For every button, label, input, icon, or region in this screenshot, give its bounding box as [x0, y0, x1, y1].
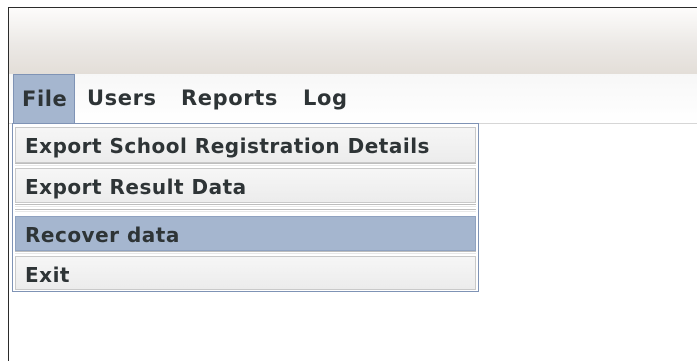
menu-item-recover-data[interactable]: Recover data: [15, 216, 476, 251]
menu-file[interactable]: File: [13, 74, 75, 123]
menu-separator: [15, 204, 476, 207]
menu-item-export-result-data[interactable]: Export Result Data: [15, 168, 476, 203]
menu-bar: File Users Reports Log: [9, 74, 697, 124]
app-window: File Users Reports Log Export School Reg…: [8, 7, 697, 361]
menu-separator: [15, 163, 476, 166]
menu-separator: [15, 209, 476, 212]
menu-reports[interactable]: Reports: [173, 74, 286, 123]
menu-log[interactable]: Log: [295, 74, 356, 123]
menu-separator: [15, 251, 476, 254]
file-dropdown-menu: Export School Registration Details Expor…: [12, 123, 479, 292]
menu-item-exit[interactable]: Exit: [15, 256, 476, 290]
menu-users[interactable]: Users: [79, 74, 165, 123]
menu-item-export-school-registration-details[interactable]: Export School Registration Details: [15, 127, 476, 163]
window-titlebar[interactable]: [9, 8, 697, 74]
